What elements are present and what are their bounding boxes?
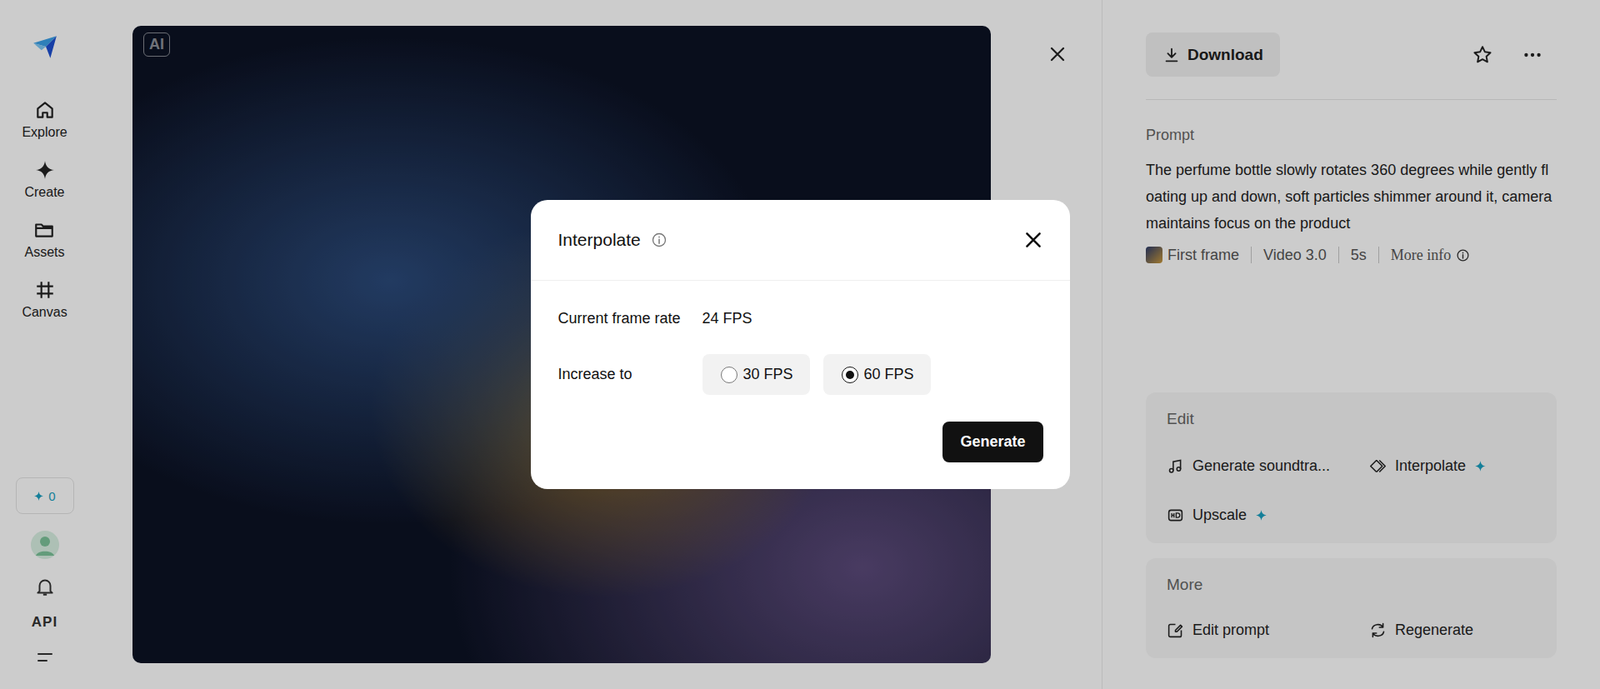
- interpolate-dialog: Interpolate Current frame rate 24 FPS In…: [530, 200, 1070, 490]
- radio[interactable]: [841, 366, 859, 384]
- radio[interactable]: [720, 366, 738, 384]
- modal-backdrop[interactable]: Interpolate Current frame rate 24 FPS In…: [0, 0, 1600, 689]
- dialog-title: Interpolate: [558, 230, 668, 250]
- current-rate-row: Current frame rate 24 FPS: [558, 305, 1044, 331]
- dialog-header: Interpolate: [530, 200, 1070, 281]
- fps-option[interactable]: 60 FPS: [823, 354, 931, 395]
- radio-dot: [845, 370, 855, 380]
- increase-row: Increase to 30 FPS 60 FPS: [558, 354, 1044, 395]
- increase-label: Increase to: [558, 365, 703, 384]
- fps-option[interactable]: 30 FPS: [702, 354, 810, 395]
- fps-options: 30 FPS 60 FPS: [702, 354, 931, 395]
- current-rate-value: 24 FPS: [702, 305, 753, 331]
- generate-button[interactable]: Generate: [942, 421, 1043, 463]
- dialog-footer: Generate: [558, 421, 1044, 463]
- info-icon[interactable]: [650, 231, 668, 249]
- dialog-body: Current frame rate 24 FPS Increase to 30…: [530, 280, 1070, 490]
- page: Explore Create Assets Canvas 0 API AI Do…: [0, 0, 1600, 689]
- dialog-close-button[interactable]: [1020, 226, 1047, 254]
- close-icon: [1022, 229, 1045, 251]
- current-rate-label: Current frame rate: [558, 310, 703, 328]
